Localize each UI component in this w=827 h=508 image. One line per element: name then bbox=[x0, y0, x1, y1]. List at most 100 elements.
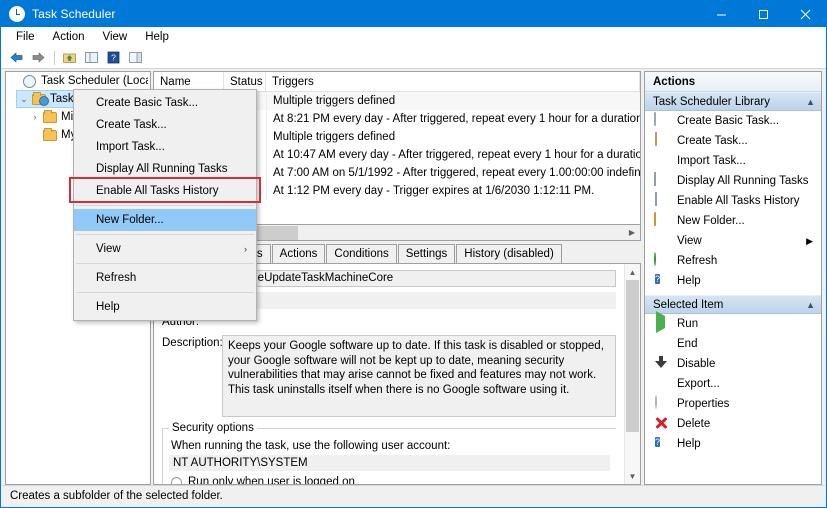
security-options-legend: Security options bbox=[172, 422, 254, 434]
detail-vertical-scrollbar[interactable]: ▲ ▼ bbox=[624, 264, 640, 484]
action-import-task[interactable]: Import Task... bbox=[645, 151, 821, 171]
menu-action[interactable]: Action bbox=[44, 29, 94, 45]
window-controls bbox=[700, 1, 826, 27]
clock-icon bbox=[22, 74, 38, 88]
action-label: Enable All Tasks History bbox=[677, 195, 800, 207]
action-label: Help bbox=[677, 438, 701, 450]
cell-triggers: Multiple triggers defined bbox=[266, 92, 640, 110]
create-basic-task-icon bbox=[653, 112, 669, 129]
action-create-task[interactable]: Create Task... bbox=[645, 131, 821, 151]
actions-pane: Actions Task Scheduler Library ▲ Create … bbox=[644, 71, 822, 485]
chevron-up-icon[interactable]: ▲ bbox=[806, 97, 815, 107]
action-disable[interactable]: Disable bbox=[645, 354, 821, 374]
radio-run-only-when-logged-on[interactable]: Run only when user is logged on bbox=[171, 476, 610, 485]
scroll-down-arrow-icon[interactable]: ▼ bbox=[625, 468, 641, 484]
maximize-button[interactable] bbox=[742, 1, 784, 27]
chevron-up-icon[interactable]: ▲ bbox=[806, 300, 815, 310]
menu-help[interactable]: Help bbox=[136, 29, 178, 45]
tab-conditions[interactable]: Conditions bbox=[326, 244, 397, 263]
help-icon: ? bbox=[655, 274, 661, 284]
tree-twisty-collapsed[interactable]: › bbox=[28, 112, 42, 122]
tab-actions[interactable]: Actions bbox=[271, 244, 326, 263]
name-value: GoogleUpdateTaskMachineCore bbox=[222, 270, 616, 287]
folder-icon bbox=[42, 128, 58, 142]
context-menu-item-refresh[interactable]: Refresh bbox=[74, 267, 256, 289]
action-label: Delete bbox=[677, 418, 711, 430]
properties-icon bbox=[653, 395, 669, 412]
context-menu-item-new-folder[interactable]: New Folder... bbox=[74, 209, 256, 231]
action-label: Create Task... bbox=[677, 135, 748, 147]
context-menu-item-import-task[interactable]: Import Task... bbox=[74, 136, 256, 158]
window-title: Task Scheduler bbox=[32, 7, 116, 21]
stop-icon bbox=[653, 336, 669, 352]
action-help-selected[interactable]: ? Help bbox=[645, 434, 821, 454]
close-button[interactable] bbox=[784, 1, 826, 27]
radio-button-icon[interactable] bbox=[171, 476, 182, 484]
action-create-basic-task[interactable]: Create Basic Task... bbox=[645, 111, 821, 131]
scroll-track[interactable] bbox=[625, 280, 641, 468]
svg-text:?: ? bbox=[111, 53, 116, 63]
delete-icon bbox=[653, 416, 669, 432]
history-icon bbox=[653, 192, 669, 209]
column-header-triggers[interactable]: Triggers bbox=[266, 72, 640, 92]
tree-node-task-scheduler-local[interactable]: Task Scheduler (Local) bbox=[6, 72, 150, 90]
submenu-arrow-icon[interactable]: ▶ bbox=[806, 236, 821, 247]
action-new-folder[interactable]: New Folder... bbox=[645, 211, 821, 231]
up-one-level-button[interactable] bbox=[59, 49, 79, 67]
submenu-arrow-icon[interactable]: › bbox=[244, 244, 247, 254]
context-menu-separator bbox=[76, 263, 254, 264]
action-run[interactable]: Run bbox=[645, 311, 821, 334]
description-value: Keeps your Google software up to date. I… bbox=[222, 335, 616, 417]
back-button[interactable] bbox=[6, 49, 26, 67]
action-display-all-running-tasks[interactable]: Display All Running Tasks bbox=[645, 171, 821, 191]
action-label: New Folder... bbox=[677, 215, 745, 227]
action-refresh[interactable]: Refresh bbox=[645, 251, 821, 271]
tab-settings[interactable]: Settings bbox=[397, 244, 456, 263]
menu-view[interactable]: View bbox=[94, 29, 137, 45]
show-hide-console-tree-button[interactable] bbox=[81, 49, 101, 67]
security-account-line: When running the task, use the following… bbox=[171, 440, 451, 452]
action-label: Help bbox=[677, 275, 701, 287]
no-icon bbox=[653, 153, 669, 169]
action-properties[interactable]: Properties bbox=[645, 394, 821, 414]
context-menu-item-help[interactable]: Help bbox=[74, 296, 256, 318]
context-menu-item-display-all-running-tasks[interactable]: Display All Running Tasks bbox=[74, 158, 256, 180]
context-menu-separator bbox=[76, 205, 254, 206]
title-bar: Task Scheduler bbox=[1, 1, 826, 27]
action-enable-all-tasks-history[interactable]: Enable All Tasks History bbox=[645, 191, 821, 211]
actions-section-selected-item[interactable]: Selected Item ▲ bbox=[645, 295, 821, 314]
cell-triggers: At 10:47 AM every day - After triggered,… bbox=[266, 146, 640, 164]
action-help[interactable]: ? Help bbox=[645, 271, 821, 291]
context-menu-item-view[interactable]: View › bbox=[74, 238, 256, 260]
create-task-icon bbox=[653, 132, 669, 149]
description-label: Description: bbox=[162, 337, 223, 349]
scroll-right-arrow-icon[interactable]: ▶ bbox=[624, 226, 640, 240]
context-menu-separator bbox=[76, 292, 254, 293]
scroll-thumb[interactable] bbox=[625, 280, 639, 432]
action-delete[interactable]: Delete bbox=[645, 414, 821, 434]
cell-triggers: Multiple triggers defined bbox=[266, 128, 640, 146]
help-button[interactable]: ? bbox=[103, 49, 123, 67]
actions-section-task-scheduler-library[interactable]: Task Scheduler Library ▲ bbox=[645, 92, 821, 111]
action-label: View bbox=[677, 235, 702, 247]
action-end[interactable]: End bbox=[645, 334, 821, 354]
context-menu-item-create-basic-task[interactable]: Create Basic Task... bbox=[74, 92, 256, 114]
context-menu-item-create-task[interactable]: Create Task... bbox=[74, 114, 256, 136]
context-menu-item-enable-all-tasks-history[interactable]: Enable All Tasks History bbox=[74, 180, 256, 202]
tree-twisty-expanded[interactable]: ⌄ bbox=[17, 94, 31, 105]
scroll-up-arrow-icon[interactable]: ▲ bbox=[625, 264, 641, 280]
clock-icon bbox=[9, 6, 25, 22]
security-options-group: Security options When running the task, … bbox=[162, 422, 616, 485]
action-label: Properties bbox=[677, 398, 730, 410]
action-export[interactable]: Export... bbox=[645, 374, 821, 394]
action-view[interactable]: View ▶ bbox=[645, 231, 821, 251]
location-value: \ bbox=[222, 292, 616, 309]
menu-file[interactable]: File bbox=[7, 29, 44, 45]
library-folder-icon bbox=[31, 92, 49, 106]
tab-history[interactable]: History (disabled) bbox=[456, 244, 562, 263]
context-menu-separator bbox=[76, 234, 254, 235]
radio-label: Run only when user is logged on bbox=[188, 476, 355, 485]
minimize-button[interactable] bbox=[700, 1, 742, 27]
show-hide-action-pane-button[interactable] bbox=[125, 49, 145, 67]
forward-button[interactable] bbox=[28, 49, 48, 67]
